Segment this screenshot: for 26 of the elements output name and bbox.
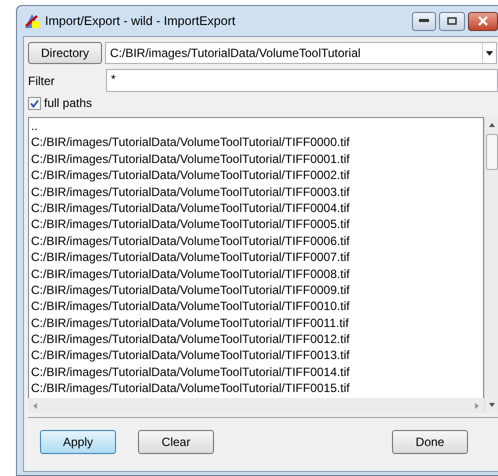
- file-list-item[interactable]: C:/BIR/images/TutorialData/VolumeToolTutorial/TIFF0010.tif: [29, 298, 483, 315]
- file-list-item[interactable]: C:/BIR/images/TutorialData/VolumeToolTutorial/TIFF0004.tif: [29, 200, 483, 216]
- checkbox-label: full paths: [44, 95, 92, 112]
- file-list-item[interactable]: ..: [29, 118, 483, 134]
- file-list-item[interactable]: C:/BIR/images/TutorialData/VolumeToolTutorial/TIFF0011.tif: [29, 314, 483, 332]
- file-list-item[interactable]: C:/BIR/images/TutorialData/VolumeToolTutorial/TIFF0008.tif: [29, 266, 483, 282]
- file-list-item[interactable]: C:/BIR/images/TutorialData/VolumeToolTutorial/TIFF0014.tif: [29, 364, 483, 380]
- file-list-item[interactable]: C:/BIR/images/TutorialData/VolumeToolTutorial/TIFF0003.tif: [29, 184, 483, 200]
- file-list-item[interactable]: C:/BIR/images/TutorialData/VolumeToolTutorial/TIFF0009.tif: [29, 282, 483, 298]
- apply-button[interactable]: Apply: [40, 430, 116, 454]
- file-list-item[interactable]: C:/BIR/images/TutorialData/VolumeToolTutorial/TIFF0005.tif: [29, 216, 483, 233]
- file-list-item[interactable]: C:/BIR/images/TutorialData/VolumeToolTutorial/TIFF0006.tif: [29, 232, 483, 250]
- file-list-item[interactable]: C:/BIR/images/TutorialData/VolumeToolTutorial/TIFF0012.tif: [29, 331, 483, 348]
- file-list-item[interactable]: C:/BIR/images/TutorialData/VolumeToolTutorial/TIFF0000.tif: [29, 134, 483, 151]
- window-title: Import/Export - wild - ImportExport: [45, 12, 236, 30]
- file-list-item[interactable]: C:/BIR/images/TutorialData/VolumeToolTutorial/TIFF0015.tif: [29, 380, 483, 397]
- clear-button[interactable]: Clear: [138, 430, 214, 454]
- filter-field[interactable]: *: [106, 69, 498, 92]
- done-button[interactable]: Done: [392, 430, 468, 454]
- directory-button[interactable]: Directory: [28, 42, 102, 64]
- file-list-item[interactable]: C:/BIR/images/TutorialData/VolumeToolTutorial/TIFF0013.tif: [29, 347, 483, 364]
- file-list-item[interactable]: C:/BIR/images/TutorialData/VolumeToolTutorial/TIFF0002.tif: [29, 167, 483, 184]
- filter-label: Filter: [28, 72, 56, 90]
- file-list-item[interactable]: C:/BIR/images/TutorialData/VolumeToolTutorial/TIFF0007.tif: [29, 249, 483, 266]
- directory-combobox[interactable]: C:/BIR/images/TutorialData/VolumeToolTutorial: [105, 42, 497, 64]
- file-list-item[interactable]: C:/BIR/images/TutorialData/VolumeToolTutorial/TIFF0001.tif: [29, 150, 483, 168]
